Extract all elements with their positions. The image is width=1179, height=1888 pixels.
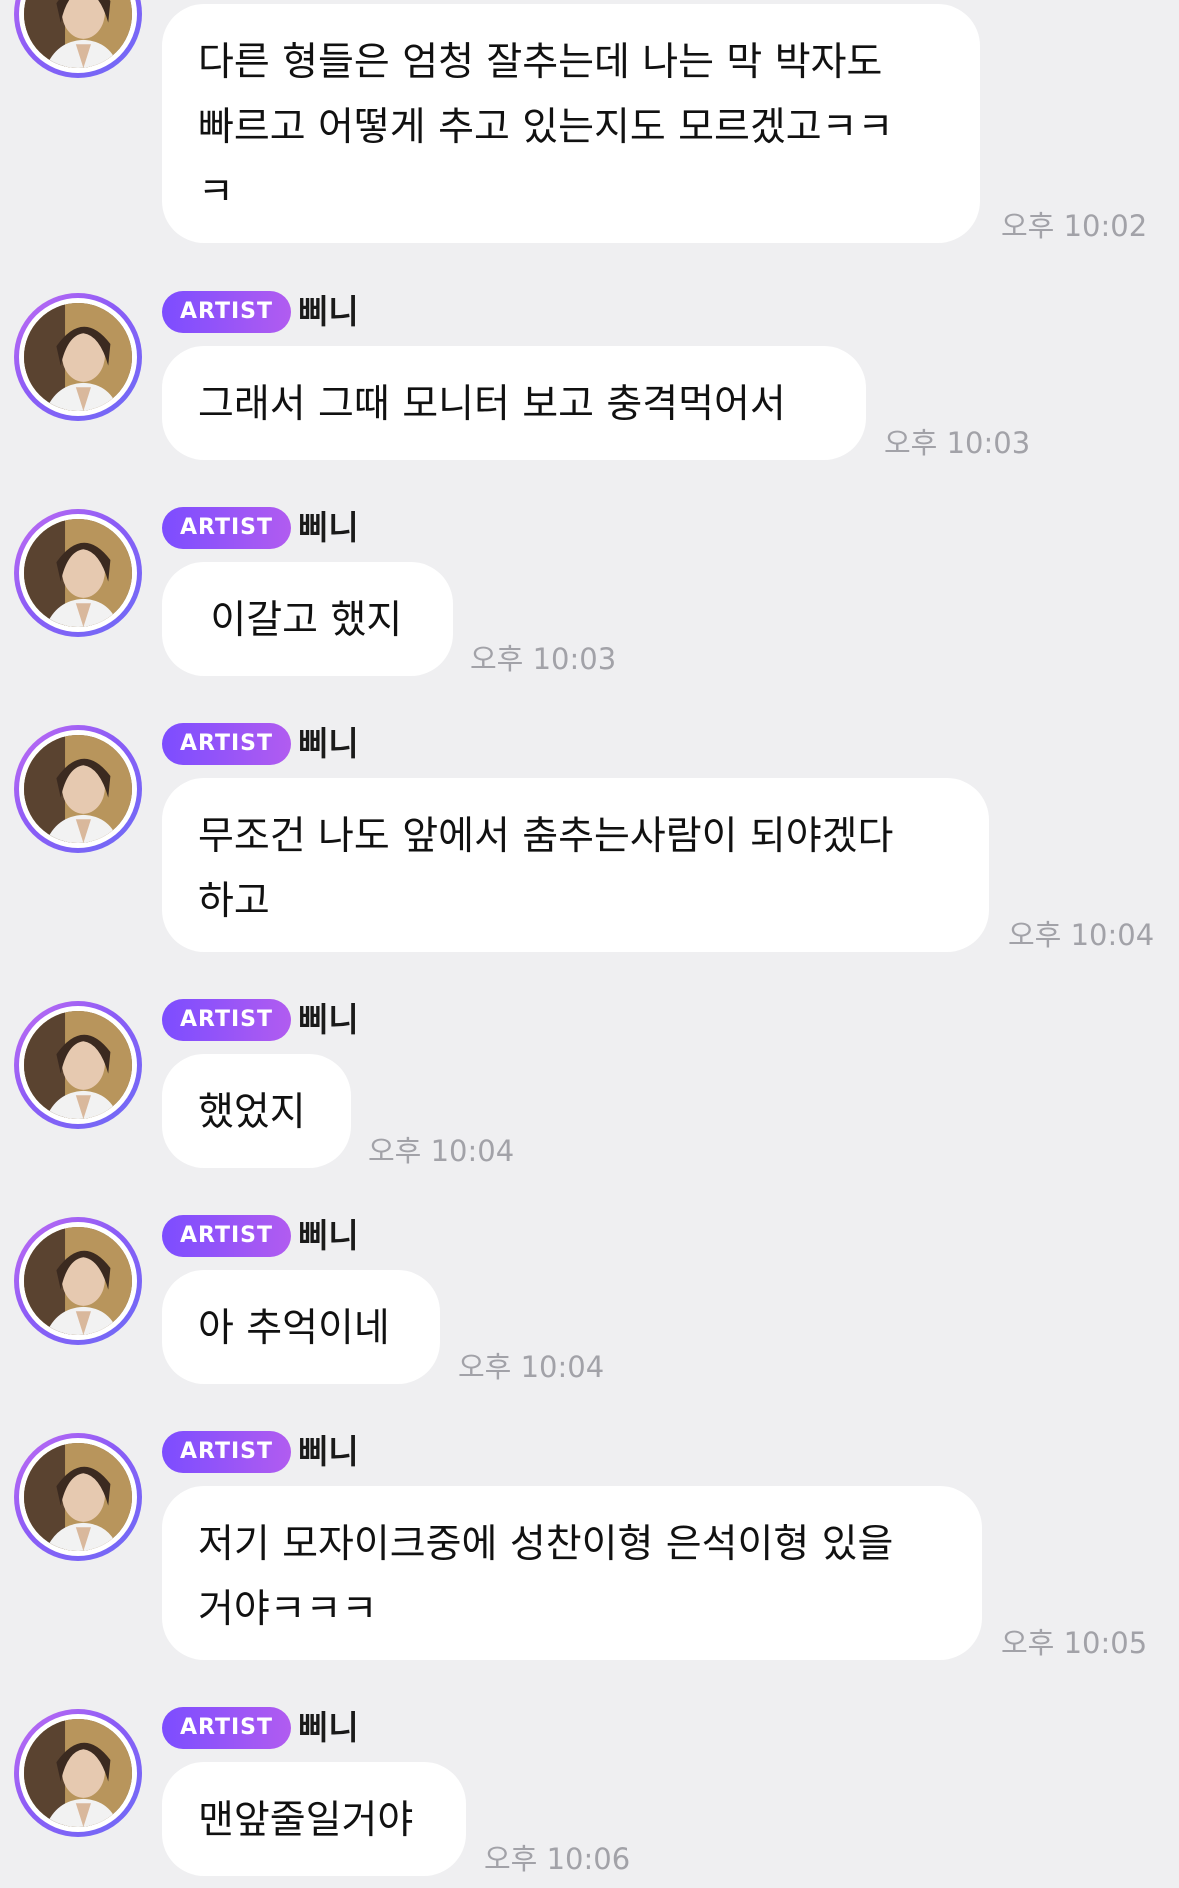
message-bubble[interactable]: 했었지 <box>162 1054 351 1168</box>
artist-badge: ARTIST <box>162 723 292 765</box>
message-time: 오후 10:06 <box>484 1842 631 1876</box>
message-bubble[interactable]: 이갈고 했지 <box>162 562 453 676</box>
artist-badge: ARTIST <box>162 1707 292 1749</box>
avatar[interactable] <box>14 293 142 421</box>
artist-badge: ARTIST <box>162 1431 292 1473</box>
profile-photo-icon <box>24 1719 132 1827</box>
message-bubble[interactable]: 저기 모자이크중에 성찬이형 은석이형 있을 거야ㅋㅋㅋ <box>162 1486 982 1660</box>
sender-name[interactable]: 삐니 <box>298 999 359 1041</box>
profile-photo-icon <box>24 735 132 843</box>
avatar[interactable] <box>14 1001 142 1129</box>
avatar[interactable] <box>14 1217 142 1345</box>
artist-badge: ARTIST <box>162 291 292 333</box>
sender-name[interactable]: 삐니 <box>298 291 359 333</box>
artist-badge: ARTIST <box>162 507 292 549</box>
sender-name[interactable]: 삐니 <box>298 1215 359 1257</box>
sender-name[interactable]: 삐니 <box>298 723 359 765</box>
profile-photo-icon <box>24 1443 132 1551</box>
profile-photo-icon <box>24 0 132 68</box>
profile-photo-icon <box>24 1227 132 1335</box>
profile-photo-icon <box>24 303 132 411</box>
message-time: 오후 10:04 <box>1008 918 1155 952</box>
message-bubble[interactable]: 맨앞줄일거야 <box>162 1762 466 1876</box>
message-bubble[interactable]: 무조건 나도 앞에서 춤추는사람이 되야겠다 하고 <box>162 778 989 952</box>
message-bubble[interactable]: 아 추억이네 <box>162 1270 440 1384</box>
artist-badge: ARTIST <box>162 1215 292 1257</box>
profile-photo-icon <box>24 519 132 627</box>
message-bubble[interactable]: 다른 형들은 엄청 잘추는데 나는 막 박자도 빠르고 어떻게 추고 있는지도 … <box>162 4 980 243</box>
message-time: 오후 10:02 <box>1001 209 1148 243</box>
profile-photo-icon <box>24 1011 132 1119</box>
avatar[interactable] <box>14 1709 142 1837</box>
message-time: 오후 10:04 <box>368 1134 515 1168</box>
avatar[interactable] <box>14 509 142 637</box>
message-time: 오후 10:05 <box>1001 1626 1148 1660</box>
message-time: 오후 10:03 <box>470 642 617 676</box>
chat-thread: 다른 형들은 엄청 잘추는데 나는 막 박자도 빠르고 어떻게 추고 있는지도 … <box>0 0 1179 1888</box>
artist-badge: ARTIST <box>162 999 292 1041</box>
sender-name[interactable]: 삐니 <box>298 1431 359 1473</box>
avatar[interactable] <box>14 1433 142 1561</box>
avatar[interactable] <box>14 0 142 78</box>
sender-name[interactable]: 삐니 <box>298 507 359 549</box>
message-time: 오후 10:03 <box>884 426 1031 460</box>
message-time: 오후 10:04 <box>458 1350 605 1384</box>
message-bubble[interactable]: 그래서 그때 모니터 보고 충격먹어서 <box>162 346 866 460</box>
sender-name[interactable]: 삐니 <box>298 1707 359 1749</box>
avatar[interactable] <box>14 725 142 853</box>
